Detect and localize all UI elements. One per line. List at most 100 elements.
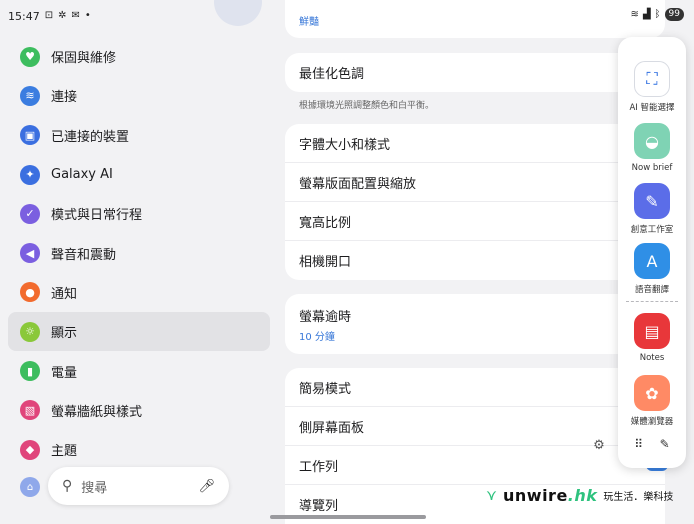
edge-app-label: Notes — [639, 353, 665, 363]
sidebar-item[interactable]: ♥ 保固與維修 — [8, 37, 270, 76]
edge-app[interactable]: ▤ Notes — [618, 313, 686, 363]
sidebar-item-label: 顯示 — [51, 326, 78, 342]
notes-icon: ▤ — [634, 313, 670, 349]
sidebar-item[interactable]: ▧ 螢幕牆紙與樣式 — [8, 391, 270, 430]
gear-icon: ✲ — [58, 10, 67, 21]
dot-icon: • — [84, 10, 91, 21]
ai-select-icon: ⛶ — [634, 61, 670, 97]
sidebar-item[interactable]: ✦ Galaxy AI — [8, 155, 270, 194]
edge-app-label: 媒體瀏覽器 — [630, 417, 674, 427]
sparkle-icon: ✦ — [20, 164, 40, 185]
sidebar-item-label: 模式與日常行程 — [51, 208, 143, 224]
check-circle-icon: ✓ — [20, 203, 40, 224]
sidebar-item[interactable]: ✓ 模式與日常行程 — [8, 194, 270, 233]
sidebar-item-label: Galaxy AI — [51, 167, 113, 183]
edge-app[interactable]: ⛶ AI 智能選擇 — [618, 61, 686, 113]
edge-panel: ⠿ ✎ ⛶ AI 智能選擇 ◒ Now brief ✎ 創意工作室 A 語音翻譯 ▤ Notes ✿… — [618, 37, 686, 468]
sidebar-item-label: 連接 — [51, 90, 78, 106]
screen-timeout-value: 10 分鐘 — [299, 331, 335, 343]
optimize-tone-row[interactable]: 最佳化色調 — [285, 53, 665, 92]
sidebar-item-label: 保固與維修 — [51, 51, 117, 67]
settings-row[interactable]: 螢幕版面配置與縮放 — [285, 163, 665, 202]
signal-icon: ▟ — [642, 9, 651, 20]
sidebar-item[interactable]: ◀ 聲音和震動 — [8, 233, 270, 272]
edge-app[interactable]: ✎ 創意工作室 — [618, 183, 686, 235]
optimize-tone-card[interactable]: 最佳化色調 — [285, 53, 665, 92]
screen-timeout-label: 螢幕逾時 — [299, 309, 352, 325]
edge-app[interactable]: ◒ Now brief — [618, 123, 686, 173]
edge-app-label: 創意工作室 — [630, 225, 674, 235]
edge-toolbar: ⠿ ✎ — [618, 437, 686, 451]
edge-app[interactable]: ✿ 媒體瀏覽器 — [618, 375, 686, 427]
watermark-logo: unwire.hk — [503, 485, 598, 505]
home-indicator[interactable] — [270, 515, 426, 519]
optimize-tone-hint: 根據環境光照調整顏色和白平衡。 — [299, 101, 435, 111]
edge-app-label: AI 智能選擇 — [629, 103, 675, 113]
sidebar-item[interactable]: ▮ 電量 — [8, 351, 270, 390]
settings-row-label: 側屏幕面板 — [299, 420, 365, 436]
settings-row[interactable]: 相機開口 — [285, 241, 665, 280]
sidebar-item[interactable]: ◆ 主題 — [8, 430, 270, 469]
settings-menu: ♥ 保固與維修 ≋ 連接 ▣ 已連接的裝置 ✦ Galaxy AI ✓ 模式與日常行程 ◀ 聲音和震動… — [8, 37, 270, 469]
settings-row[interactable]: 寬高比例 — [285, 202, 665, 241]
edge-settings-icon[interactable]: ⚙ — [590, 436, 608, 454]
sidebar-item-label: 主題 — [51, 444, 78, 460]
settings-row-label: 相機開口 — [299, 255, 352, 270]
screen-timeout-card[interactable]: 螢幕逾時 10 分鐘 — [285, 294, 665, 354]
settings-row-label: 工作列 — [299, 459, 339, 475]
color-mode-card[interactable]: 鮮豔 — [285, 0, 665, 38]
sidebar-item-label: 電量 — [51, 365, 78, 381]
optimize-tone-label: 最佳化色調 — [299, 67, 365, 82]
home-icon[interactable]: ⌂ — [20, 477, 40, 497]
theme-icon: ◆ — [20, 439, 40, 460]
sidebar-item[interactable]: ☼ 顯示 — [8, 312, 270, 352]
watermark: ⋎ unwire.hk 玩生活．樂科技 — [486, 480, 673, 510]
settings-row-label: 簡易模式 — [299, 381, 352, 397]
status-time: 15:47 — [8, 9, 40, 23]
edit-icon[interactable]: ✎ — [660, 437, 670, 451]
sidebar-item-label: 已連接的裝置 — [51, 129, 130, 145]
sidebar-item-label: 通知 — [51, 286, 78, 302]
layout-card: 字體大小和樣式 螢幕版面配置與縮放寬高比例相機開口 — [285, 124, 665, 280]
watermark-tagline: 玩生活．樂科技 — [603, 491, 674, 503]
edge-divider — [626, 301, 678, 302]
message-icon: ✉ — [71, 10, 80, 21]
settings-row[interactable]: 簡易模式 — [285, 368, 665, 407]
settings-row[interactable]: 字體大小和樣式 — [285, 124, 665, 163]
system-status: ≋ ▟ ᛒ 99 — [630, 8, 684, 21]
settings-row-label: 寬高比例 — [299, 215, 352, 231]
bird-icon: ⋎ — [486, 486, 497, 504]
color-mode-row[interactable]: 鮮豔 — [285, 0, 665, 38]
sun-icon: ☼ — [20, 321, 40, 342]
translate-icon: A — [634, 243, 670, 279]
now-brief-icon: ◒ — [634, 123, 670, 159]
avatar[interactable] — [214, 0, 262, 26]
devices-icon: ▣ — [20, 125, 40, 146]
edge-app[interactable]: A 語音翻譯 — [618, 243, 686, 295]
sidebar-item[interactable]: ● 通知 — [8, 273, 270, 312]
wifi-icon: ≋ — [20, 85, 40, 106]
settings-sidebar: 15:47 ⊡ ✲ ✉ • ♥ 保固與維修 ≋ 連接 ▣ 已連接的裝置 ✦ Galaxy AI… — [0, 0, 276, 524]
battery-icon: ▮ — [20, 361, 40, 382]
edge-app-label: 語音翻譯 — [634, 285, 669, 295]
search-input[interactable]: 搜尋 — [81, 477, 198, 496]
microphone-icon[interactable]: 🎤︎ — [198, 479, 215, 494]
bluetooth-icon: ᛒ — [654, 9, 661, 20]
grid-icon[interactable]: ⠿ — [634, 437, 643, 451]
edge-app-label: Now brief — [631, 163, 673, 173]
heart-icon: ♥ — [20, 46, 40, 67]
sidebar-item-label: 螢幕牆紙與樣式 — [51, 404, 143, 420]
sidebar-item-label: 聲音和震動 — [51, 247, 117, 263]
battery-icon: 99 — [664, 8, 684, 21]
search-icon: ⚲ — [62, 478, 73, 494]
color-mode-value: 鮮豔 — [299, 17, 319, 28]
search-bar[interactable]: ⚲ 搜尋 🎤︎ — [48, 467, 229, 505]
sidebar-item[interactable]: ▣ 已連接的裝置 — [8, 116, 270, 155]
screen-timeout-row[interactable]: 螢幕逾時 10 分鐘 — [285, 294, 665, 354]
wifi-icon: ≋ — [630, 9, 639, 20]
wallpaper-icon: ▧ — [20, 400, 40, 421]
studio-icon: ✎ — [634, 183, 670, 219]
sidebar-item[interactable]: ≋ 連接 — [8, 76, 270, 115]
settings-row[interactable]: 側屏幕面板 — [285, 407, 665, 446]
gallery-icon: ✿ — [634, 375, 670, 411]
